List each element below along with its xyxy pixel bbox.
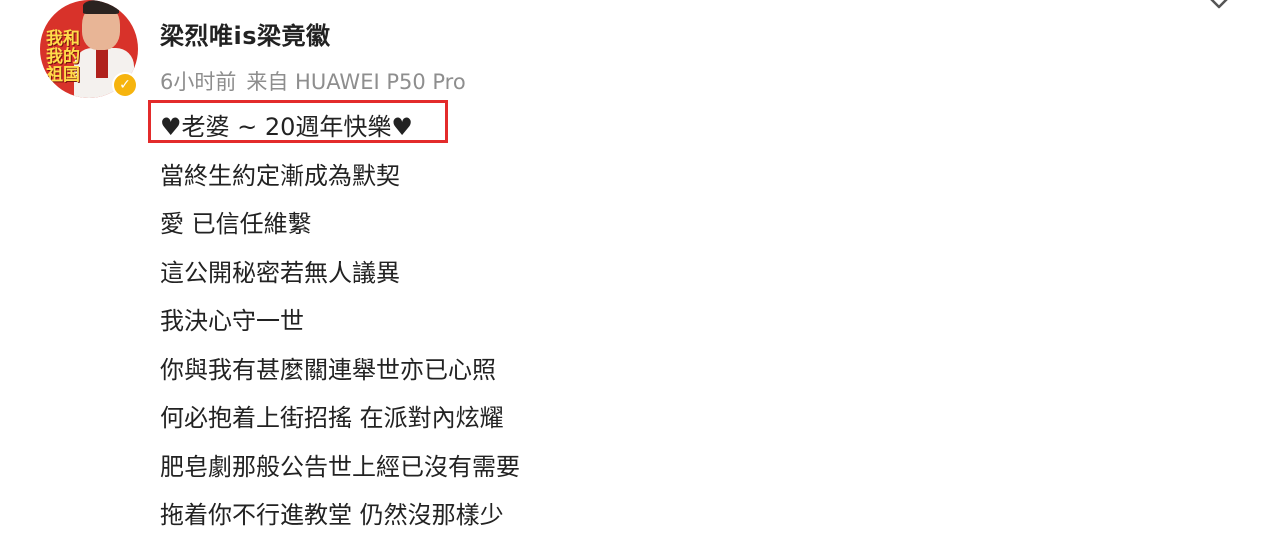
post-line: 我決心守一世 bbox=[160, 307, 304, 335]
author-name[interactable]: 梁烈唯is梁竟徽 bbox=[160, 16, 331, 51]
chevron-down-icon bbox=[1210, 0, 1228, 9]
post-line: 拖着你不行進教堂 仍然沒那樣少 bbox=[160, 501, 504, 529]
post-content: ♥老婆 ~ 20週年快樂♥ 當終生約定漸成為默契 愛 已信任維繫 這公開秘密若無… bbox=[160, 103, 1160, 540]
more-options-button[interactable] bbox=[1204, 0, 1234, 14]
post-source: 来自 HUAWEI P50 Pro bbox=[246, 70, 466, 94]
avatar[interactable]: 我和我的祖国 ✓ bbox=[40, 0, 140, 98]
post-line: 肥皂劇那般公告世上經已沒有需要 bbox=[160, 452, 520, 481]
post-line: 你與我有甚麼關連舉世亦已心照 bbox=[160, 355, 496, 384]
post-line: ♥老婆 ~ 20週年快樂♥ bbox=[160, 113, 413, 141]
verified-badge-icon: ✓ bbox=[112, 72, 138, 98]
weibo-post: 我和我的祖国 ✓ 梁烈唯is梁竟徽 6小时前 来自 HUAWEI P50 Pro … bbox=[0, 0, 1282, 530]
post-line: 當終生約定漸成為默契 bbox=[160, 161, 400, 190]
post-time[interactable]: 6小时前 bbox=[160, 70, 236, 94]
post-meta: 6小时前 来自 HUAWEI P50 Pro bbox=[160, 66, 466, 96]
post-line: 這公開秘密若無人議異 bbox=[160, 258, 400, 287]
avatar-stamp-text: 我和我的祖国 bbox=[46, 29, 80, 85]
post-line: 愛 已信任維繫 bbox=[160, 210, 312, 238]
post-line: 何必抱着上街招搖 在派對內炫耀 bbox=[160, 404, 504, 432]
